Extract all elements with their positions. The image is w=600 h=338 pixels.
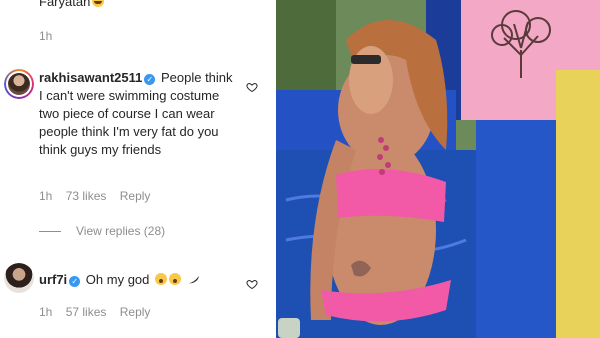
post-photo <box>276 0 600 338</box>
reply-button[interactable]: Reply <box>120 305 151 319</box>
verified-badge-icon: ✓ <box>69 276 81 287</box>
comment-time: 1h <box>39 305 53 319</box>
reply-button[interactable]: Reply <box>120 189 151 203</box>
comment-username[interactable]: urf7i <box>39 272 67 287</box>
comment-likes[interactable]: 57 likes <box>66 305 107 319</box>
astonished-emoji-icon <box>169 273 182 285</box>
view-replies-button[interactable]: View replies (28) <box>39 224 165 238</box>
previous-comment-text: Faryatan <box>39 0 105 9</box>
verified-badge-icon: ✓ <box>144 74 156 85</box>
comment-meta: 1h 73 likes Reply <box>39 189 160 203</box>
comment-time: 1h <box>39 189 53 203</box>
comment-meta: 1h 57 likes Reply <box>39 305 160 319</box>
avatar[interactable] <box>4 263 34 293</box>
view-replies-label: View replies (28) <box>76 224 166 238</box>
comment-body: rakhisawant2511 ✓ People think I can't we… <box>39 69 239 159</box>
like-heart-icon[interactable] <box>246 81 258 93</box>
poolside-photo-illustration <box>276 0 600 338</box>
comments-panel: Faryatan 1h rakhisawant2511 ✓ People thin… <box>0 0 276 338</box>
comment-likes[interactable]: 73 likes <box>66 189 107 203</box>
avatar[interactable] <box>4 69 34 99</box>
like-heart-icon[interactable] <box>246 278 258 290</box>
grin-emoji-icon <box>92 0 105 7</box>
replies-divider <box>39 230 61 232</box>
astonished-emoji-icon <box>155 273 168 285</box>
pepper-emoji-icon <box>188 276 199 284</box>
comment-username[interactable]: rakhisawant2511 <box>39 70 142 85</box>
comment-text: Oh my god <box>85 272 150 287</box>
previous-comment-time: 1h <box>39 29 53 43</box>
comment-body: urf7i ✓ Oh my god <box>39 271 239 289</box>
